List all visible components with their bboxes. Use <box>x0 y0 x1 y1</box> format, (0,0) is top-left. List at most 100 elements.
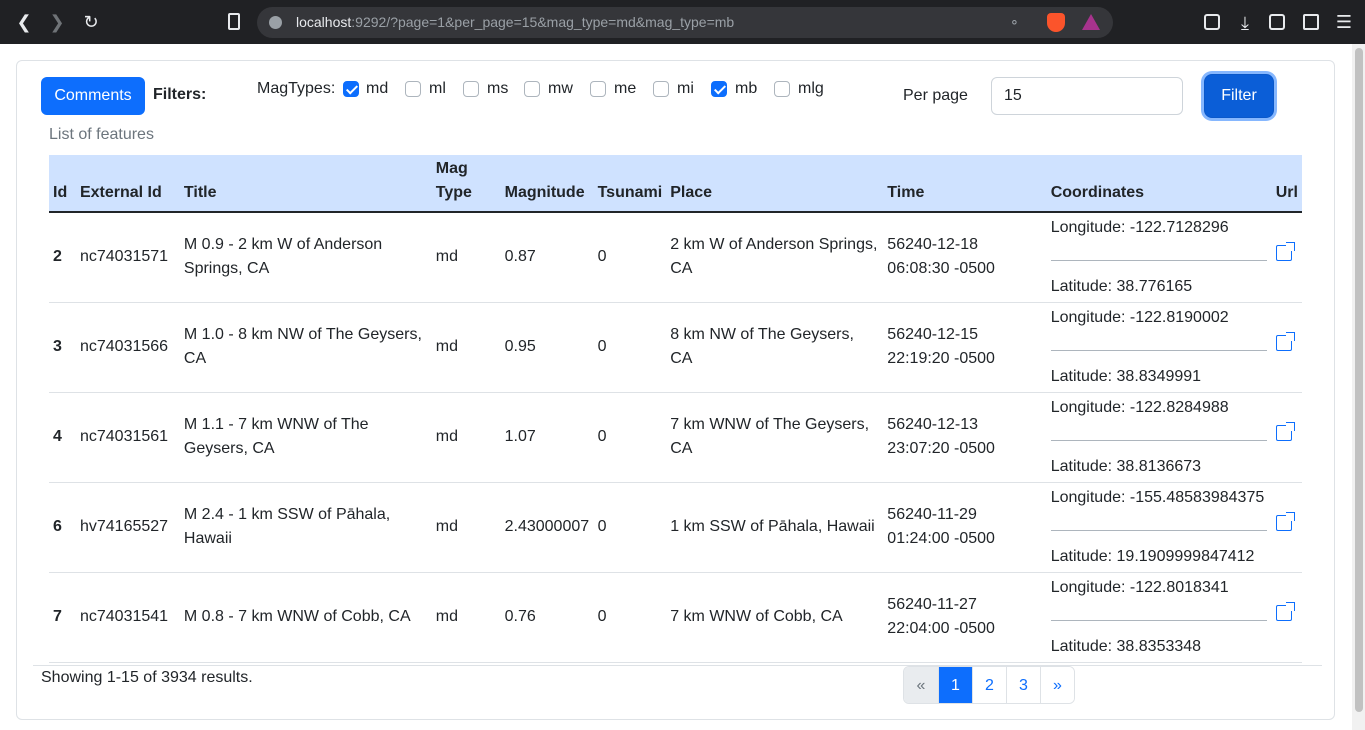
magtype-checkbox-mi[interactable] <box>653 81 669 97</box>
magtype-label-mlg[interactable]: mlg <box>798 80 824 98</box>
page-prev-button[interactable]: « <box>904 667 938 703</box>
bookmark-icon[interactable] <box>228 13 240 30</box>
page-link-2[interactable]: 2 <box>972 667 1006 703</box>
cell-id: 6 <box>53 518 62 535</box>
cell-coordinates: Longitude: -122.7128296 Latitude: 38.7761… <box>1047 212 1272 302</box>
brave-rewards-icon[interactable] <box>1082 14 1100 30</box>
magtype-checkbox-mlg[interactable] <box>774 81 790 97</box>
cell-place: 7 km WNW of Cobb, CA <box>670 608 843 625</box>
table-row: 4 nc74031561 M 1.1 - 7 km WNW of The Geyse… <box>49 392 1302 482</box>
longitude-text: Longitude: -122.8190002 <box>1050 308 1229 326</box>
coordinates-divider <box>1050 259 1267 261</box>
per-page-input[interactable] <box>991 77 1183 115</box>
page-link-1[interactable]: 1 <box>938 667 972 703</box>
site-info-icon[interactable] <box>269 16 282 29</box>
address-bar[interactable]: localhost:9292/?page=1&per_page=15&mag_t… <box>257 7 1113 38</box>
table-caption: List of features <box>49 126 154 143</box>
magtype-label-ml[interactable]: ml <box>429 80 446 98</box>
magtype-checkbox-mw[interactable] <box>524 81 540 97</box>
magtype-checkbox-md[interactable] <box>343 81 359 97</box>
menu-icon[interactable]: ☰ <box>1332 10 1356 34</box>
external-link-icon[interactable] <box>1275 512 1295 531</box>
magtype-label-me[interactable]: me <box>614 80 636 98</box>
cell-time: 56240-11-29 01:24:00 -0500 <box>887 506 995 547</box>
cell-id: 4 <box>53 428 62 445</box>
cell-tsunami: 0 <box>597 428 607 445</box>
col-header-coordinates: Coordinates <box>1046 155 1272 213</box>
latitude-text: Latitude: 38.8136673 <box>1050 457 1202 475</box>
filter-button[interactable]: Filter <box>1204 74 1274 118</box>
col-header-url: Url <box>1271 155 1302 213</box>
cell-tsunami: 0 <box>597 248 607 266</box>
cell-place: 1 km SSW of Pāhala, Hawaii <box>670 518 875 535</box>
col-header-tsunami: Tsunami <box>593 155 667 213</box>
external-link-icon[interactable] <box>1275 242 1295 262</box>
magtype-checkbox-ms[interactable] <box>463 81 479 97</box>
cell-mag-type: md <box>435 608 459 625</box>
brave-shields-icon[interactable] <box>1047 13 1065 32</box>
cell-external-id: nc74031571 <box>79 248 169 266</box>
cell-external-id: nc74031566 <box>79 338 169 355</box>
external-link-icon[interactable] <box>1275 602 1295 621</box>
longitude-text: Longitude: -122.8284988 <box>1050 398 1229 416</box>
browser-toolbar: ❮ ❯ ↻ localhost:9292/?page=1&per_page=15… <box>0 0 1365 44</box>
table-row: 6 hv74165527 M 2.4 - 1 km SSW of Pāhala, H… <box>49 482 1302 572</box>
table-header-row: Id External Id Title Mag Type Magnitude T… <box>49 155 1302 213</box>
cell-tsunami: 0 <box>597 338 607 355</box>
longitude-text: Longitude: -122.7128296 <box>1050 218 1229 236</box>
col-header-title: Title <box>179 155 432 213</box>
comments-button[interactable]: Comments <box>41 77 145 115</box>
longitude-text: Longitude: -122.8018341 <box>1050 578 1229 596</box>
cell-magnitude: 0.87 <box>504 248 536 266</box>
cell-time: 56240-12-13 23:07:20 -0500 <box>887 416 995 457</box>
cell-magnitude: 0.76 <box>504 608 536 625</box>
footer-divider <box>33 665 1322 666</box>
cell-external-id: nc74031541 <box>79 608 169 625</box>
cell-url <box>1272 302 1302 392</box>
cell-id: 2 <box>53 248 62 266</box>
cell-coordinates: Longitude: -155.48583984375 Latitude: 19.… <box>1047 482 1272 572</box>
col-header-mag-type: Mag Type <box>431 155 501 213</box>
page-scrollbar-thumb[interactable] <box>1355 48 1363 712</box>
cell-place: 2 km W of Anderson Springs, CA <box>670 236 878 278</box>
external-link-icon[interactable] <box>1275 422 1295 441</box>
cell-tsunami: 0 <box>597 608 607 625</box>
page-next-button[interactable]: » <box>1040 667 1074 703</box>
col-header-external-id: External Id <box>75 155 180 213</box>
col-header-place: Place <box>666 155 884 213</box>
url-text[interactable]: localhost:9292/?page=1&per_page=15&mag_t… <box>296 14 734 30</box>
magtype-checkbox-ml[interactable] <box>405 81 421 97</box>
cell-mag-type: md <box>435 248 459 266</box>
sidebar-icon[interactable] <box>1269 14 1285 30</box>
magtype-label-md[interactable]: md <box>366 80 388 98</box>
magtype-label-mi[interactable]: mi <box>677 80 694 98</box>
cell-time: 56240-12-18 06:08:30 -0500 <box>887 236 995 278</box>
wallet-icon[interactable] <box>1303 14 1319 30</box>
magtype-label-mb[interactable]: mb <box>735 80 757 98</box>
table-row: 2 nc74031571 M 0.9 - 2 km W of Anderson Sp… <box>49 212 1302 302</box>
cell-magnitude: 2.43000007 <box>504 518 590 535</box>
extensions-icon[interactable] <box>1204 14 1220 30</box>
downloads-icon[interactable]: ⤓ <box>1233 11 1257 35</box>
col-header-magnitude: Magnitude <box>500 155 594 213</box>
latitude-text: Latitude: 38.8349991 <box>1050 367 1202 385</box>
cell-title: M 1.0 - 8 km NW of The Geysers, CA <box>183 326 422 367</box>
coordinates-divider <box>1050 439 1267 441</box>
page-link-3[interactable]: 3 <box>1006 667 1040 703</box>
share-icon[interactable]: ⚬ <box>1009 15 1023 30</box>
magtype-checkbox-mb[interactable] <box>711 81 727 97</box>
magtype-label-ms[interactable]: ms <box>487 80 508 98</box>
cell-title: M 0.9 - 2 km W of Anderson Springs, CA <box>183 236 383 278</box>
cell-url <box>1272 482 1302 572</box>
magtype-checkbox-me[interactable] <box>590 81 606 97</box>
magtype-label-mw[interactable]: mw <box>548 80 573 98</box>
cell-magnitude: 1.07 <box>504 428 536 445</box>
cell-url <box>1272 212 1302 302</box>
back-icon[interactable]: ❮ <box>12 10 36 34</box>
latitude-text: Latitude: 38.776165 <box>1050 277 1193 295</box>
cell-mag-type: md <box>435 428 459 445</box>
reload-icon[interactable]: ↻ <box>79 10 103 34</box>
external-link-icon[interactable] <box>1275 332 1295 351</box>
per-page-label: Per page <box>903 87 968 104</box>
forward-icon[interactable]: ❯ <box>45 10 69 34</box>
